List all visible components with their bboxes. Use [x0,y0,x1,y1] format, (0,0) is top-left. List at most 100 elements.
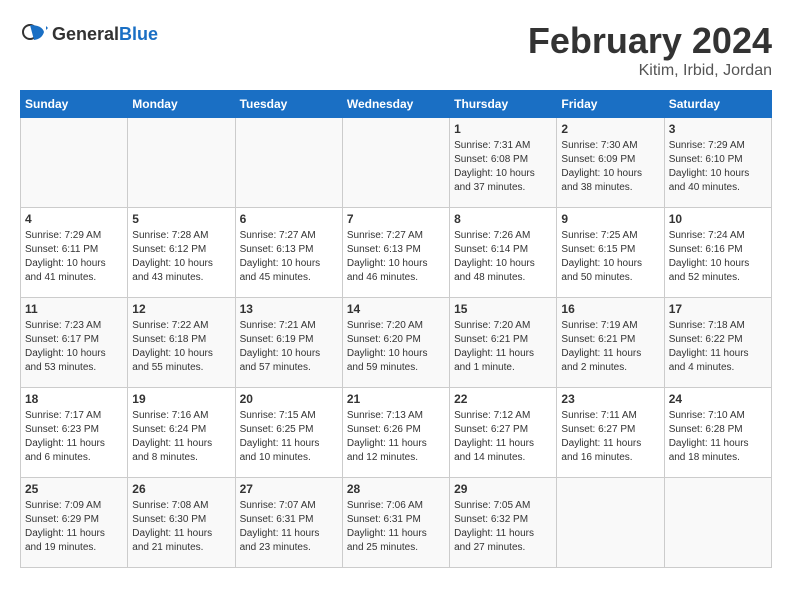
calendar-cell: 7Sunrise: 7:27 AM Sunset: 6:13 PM Daylig… [342,208,449,298]
day-info: Sunrise: 7:22 AM Sunset: 6:18 PM Dayligh… [132,319,230,375]
calendar-cell: 25Sunrise: 7:09 AM Sunset: 6:29 PM Dayli… [21,478,128,568]
weekday-header-monday: Monday [128,91,235,118]
day-number: 10 [669,212,767,226]
day-info: Sunrise: 7:05 AM Sunset: 6:32 PM Dayligh… [454,499,552,555]
weekday-header-saturday: Saturday [664,91,771,118]
calendar-cell: 4Sunrise: 7:29 AM Sunset: 6:11 PM Daylig… [21,208,128,298]
calendar-cell: 23Sunrise: 7:11 AM Sunset: 6:27 PM Dayli… [557,388,664,478]
calendar-cell: 26Sunrise: 7:08 AM Sunset: 6:30 PM Dayli… [128,478,235,568]
calendar-week-row: 1 Sunrise: 7:31 AM Sunset: 6:08 PM Daylig… [21,118,772,208]
calendar-cell [128,118,235,208]
calendar-cell: 15Sunrise: 7:20 AM Sunset: 6:21 PM Dayli… [450,298,557,388]
weekday-header-thursday: Thursday [450,91,557,118]
day-number: 24 [669,392,767,406]
calendar-cell [664,478,771,568]
day-info: Sunrise: 7:29 AM Sunset: 6:11 PM Dayligh… [25,229,123,285]
day-number: 22 [454,392,552,406]
weekday-header-wednesday: Wednesday [342,91,449,118]
day-info: Sunrise: 7:27 AM Sunset: 6:13 PM Dayligh… [347,229,445,285]
day-number: 5 [132,212,230,226]
page-header: GeneralBlue February 2024 Kitim, Irbid, … [20,20,772,80]
logo: GeneralBlue [20,20,158,48]
calendar-cell: 22 Sunrise: 7:12 AM Sunset: 6:27 PM Dayli… [450,388,557,478]
calendar-cell: 29 Sunrise: 7:05 AM Sunset: 6:32 PM Dayli… [450,478,557,568]
calendar-table: SundayMondayTuesdayWednesdayThursdayFrid… [20,90,772,568]
day-info: Sunrise: 7:27 AM Sunset: 6:13 PM Dayligh… [240,229,338,285]
calendar-cell: 21Sunrise: 7:13 AM Sunset: 6:26 PM Dayli… [342,388,449,478]
day-number: 25 [25,482,123,496]
calendar-cell: 9Sunrise: 7:25 AM Sunset: 6:15 PM Daylig… [557,208,664,298]
day-info: Sunrise: 7:19 AM Sunset: 6:21 PM Dayligh… [561,319,659,375]
day-number: 23 [561,392,659,406]
calendar-cell [342,118,449,208]
day-info: Sunrise: 7:28 AM Sunset: 6:12 PM Dayligh… [132,229,230,285]
day-number: 19 [132,392,230,406]
day-number: 29 [454,482,552,496]
calendar-cell [557,478,664,568]
calendar-cell: 16 Sunrise: 7:19 AM Sunset: 6:21 PM Dayli… [557,298,664,388]
calendar-cell: 11 Sunrise: 7:23 AM Sunset: 6:17 PM Dayli… [21,298,128,388]
day-number: 16 [561,302,659,316]
day-info: Sunrise: 7:30 AM Sunset: 6:09 PM Dayligh… [561,139,659,195]
day-info: Sunrise: 7:23 AM Sunset: 6:17 PM Dayligh… [25,319,123,375]
day-number: 8 [454,212,552,226]
day-number: 13 [240,302,338,316]
day-info: Sunrise: 7:31 AM Sunset: 6:08 PM Dayligh… [454,139,552,195]
day-number: 17 [669,302,767,316]
day-info: Sunrise: 7:16 AM Sunset: 6:24 PM Dayligh… [132,409,230,465]
calendar-cell: 27 Sunrise: 7:07 AM Sunset: 6:31 PM Dayli… [235,478,342,568]
day-info: Sunrise: 7:21 AM Sunset: 6:19 PM Dayligh… [240,319,338,375]
day-number: 1 [454,122,552,136]
calendar-cell: 18 Sunrise: 7:17 AM Sunset: 6:23 PM Dayli… [21,388,128,478]
calendar-body: 1 Sunrise: 7:31 AM Sunset: 6:08 PM Daylig… [21,118,772,568]
day-info: Sunrise: 7:25 AM Sunset: 6:15 PM Dayligh… [561,229,659,285]
calendar-cell: 13 Sunrise: 7:21 AM Sunset: 6:19 PM Dayli… [235,298,342,388]
day-info: Sunrise: 7:20 AM Sunset: 6:21 PM Dayligh… [454,319,552,375]
day-number: 27 [240,482,338,496]
day-number: 2 [561,122,659,136]
title-section: February 2024 Kitim, Irbid, Jordan [528,20,772,80]
calendar-week-row: 11 Sunrise: 7:23 AM Sunset: 6:17 PM Dayli… [21,298,772,388]
weekday-header-row: SundayMondayTuesdayWednesdayThursdayFrid… [21,91,772,118]
calendar-cell: 24 Sunrise: 7:10 AM Sunset: 6:28 PM Dayli… [664,388,771,478]
day-info: Sunrise: 7:10 AM Sunset: 6:28 PM Dayligh… [669,409,767,465]
calendar-cell: 5 Sunrise: 7:28 AM Sunset: 6:12 PM Daylig… [128,208,235,298]
day-info: Sunrise: 7:18 AM Sunset: 6:22 PM Dayligh… [669,319,767,375]
day-number: 6 [240,212,338,226]
calendar-cell: 28 Sunrise: 7:06 AM Sunset: 6:31 PM Dayli… [342,478,449,568]
calendar-week-row: 4Sunrise: 7:29 AM Sunset: 6:11 PM Daylig… [21,208,772,298]
calendar-week-row: 18 Sunrise: 7:17 AM Sunset: 6:23 PM Dayli… [21,388,772,478]
calendar-cell: 8 Sunrise: 7:26 AM Sunset: 6:14 PM Daylig… [450,208,557,298]
calendar-cell: 10 Sunrise: 7:24 AM Sunset: 6:16 PM Dayli… [664,208,771,298]
day-info: Sunrise: 7:15 AM Sunset: 6:25 PM Dayligh… [240,409,338,465]
calendar-cell: 6 Sunrise: 7:27 AM Sunset: 6:13 PM Daylig… [235,208,342,298]
weekday-header-tuesday: Tuesday [235,91,342,118]
day-number: 26 [132,482,230,496]
day-info: Sunrise: 7:20 AM Sunset: 6:20 PM Dayligh… [347,319,445,375]
main-title: February 2024 [528,20,772,62]
day-number: 12 [132,302,230,316]
day-number: 21 [347,392,445,406]
day-number: 28 [347,482,445,496]
calendar-week-row: 25Sunrise: 7:09 AM Sunset: 6:29 PM Dayli… [21,478,772,568]
day-info: Sunrise: 7:07 AM Sunset: 6:31 PM Dayligh… [240,499,338,555]
calendar-header: SundayMondayTuesdayWednesdayThursdayFrid… [21,91,772,118]
day-info: Sunrise: 7:26 AM Sunset: 6:14 PM Dayligh… [454,229,552,285]
weekday-header-friday: Friday [557,91,664,118]
day-info: Sunrise: 7:29 AM Sunset: 6:10 PM Dayligh… [669,139,767,195]
day-info: Sunrise: 7:06 AM Sunset: 6:31 PM Dayligh… [347,499,445,555]
day-info: Sunrise: 7:24 AM Sunset: 6:16 PM Dayligh… [669,229,767,285]
day-number: 3 [669,122,767,136]
day-number: 11 [25,302,123,316]
calendar-cell: 3 Sunrise: 7:29 AM Sunset: 6:10 PM Daylig… [664,118,771,208]
day-number: 20 [240,392,338,406]
day-info: Sunrise: 7:17 AM Sunset: 6:23 PM Dayligh… [25,409,123,465]
logo-blue: Blue [119,24,158,44]
day-info: Sunrise: 7:12 AM Sunset: 6:27 PM Dayligh… [454,409,552,465]
day-number: 18 [25,392,123,406]
calendar-cell [21,118,128,208]
weekday-header-sunday: Sunday [21,91,128,118]
calendar-cell: 19 Sunrise: 7:16 AM Sunset: 6:24 PM Dayli… [128,388,235,478]
calendar-cell: 20 Sunrise: 7:15 AM Sunset: 6:25 PM Dayli… [235,388,342,478]
calendar-cell: 12 Sunrise: 7:22 AM Sunset: 6:18 PM Dayli… [128,298,235,388]
